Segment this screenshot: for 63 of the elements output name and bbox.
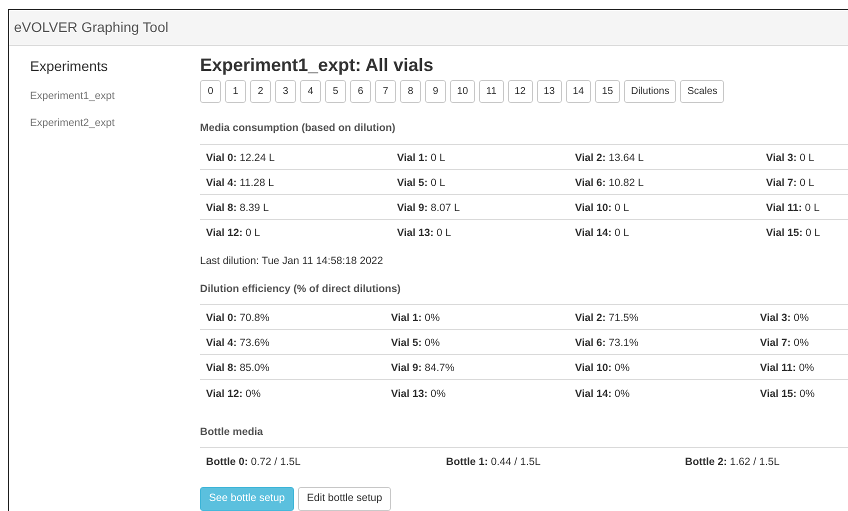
vial-button[interactable]: 14 xyxy=(566,80,591,103)
table-cell: Vial 13: 0% xyxy=(391,388,446,400)
table-cell: Vial 1: 0% xyxy=(391,312,440,324)
sidebar-title: Experiments xyxy=(30,57,109,76)
table-cell: Vial 13: 0 L xyxy=(397,227,452,240)
table-cell: Vial 5: 0 L xyxy=(397,176,446,189)
vial-button[interactable]: 15 xyxy=(594,80,620,103)
table-cell: Vial 10: 0 L xyxy=(575,202,630,214)
table-cell: Vial 15: 0% xyxy=(760,388,815,400)
table-cell: Vial 11: 0% xyxy=(760,362,814,374)
table-cell: Bottle 1: 0.44 / 1.5L xyxy=(446,456,541,468)
table-cell: Vial 14: 0% xyxy=(575,388,630,400)
table-cell: Vial 2: 13.64 L xyxy=(575,152,644,164)
bottle-setup-button[interactable]: Edit bottle setup xyxy=(298,487,392,511)
table-cell: Bottle 2: 1.62 / 1.5L xyxy=(685,456,780,468)
table-cell: Vial 12: 0% xyxy=(206,388,261,400)
table-cell: Vial 6: 73.1% xyxy=(575,337,638,350)
vial-button[interactable]: Scales xyxy=(680,80,724,103)
sidebar-link[interactable]: Experiment2_expt xyxy=(30,116,115,132)
vial-button[interactable]: 1 xyxy=(225,80,246,103)
table-cell: Vial 10: 0% xyxy=(575,362,630,374)
table-cell: Vial 3: 0% xyxy=(760,312,809,324)
table-cell: Vial 3: 0 L xyxy=(766,152,814,164)
table-cell: Vial 7: 0 L xyxy=(766,176,814,189)
table-cell: Vial 0: 70.8% xyxy=(206,312,270,324)
vial-button[interactable]: 7 xyxy=(375,80,396,103)
table-cell: Vial 2: 71.5% xyxy=(575,312,638,324)
table-cell: Vial 5: 0% xyxy=(391,337,440,350)
vial-button[interactable]: 5 xyxy=(325,80,346,103)
vial-button[interactable]: 12 xyxy=(508,80,533,103)
table-cell: Vial 4: 11.28 L xyxy=(206,176,274,189)
section-heading: Media consumption (based on dilution) xyxy=(200,121,396,136)
table-cell: Vial 12: 0 L xyxy=(206,227,260,240)
table-cell: Vial 15: 0 L xyxy=(766,227,820,240)
vial-button[interactable]: 9 xyxy=(425,80,446,103)
table-cell: Vial 0: 12.24 L xyxy=(206,152,275,164)
section-heading: Dilution efficiency (% of direct dilutions) xyxy=(200,282,402,296)
vial-button[interactable]: 6 xyxy=(350,80,371,103)
vial-button[interactable]: 8 xyxy=(400,80,421,103)
vial-button[interactable]: 11 xyxy=(479,80,504,103)
table-cell: Vial 8: 8.39 L xyxy=(206,202,269,214)
vial-button[interactable]: 0 xyxy=(200,80,221,103)
section-heading: Bottle media xyxy=(200,425,264,440)
last-dilution-text: Last dilution: Tue Jan 11 14:58:18 2022 xyxy=(200,254,384,269)
table-cell: Vial 11: 0 L xyxy=(766,202,820,214)
vial-button[interactable]: 10 xyxy=(450,80,476,103)
page-title: Experiment1_expt: All vials xyxy=(200,54,434,76)
vial-button[interactable]: 13 xyxy=(536,80,562,103)
vial-button[interactable]: 4 xyxy=(300,80,321,103)
window-title: eVOLVER Graphing Tool xyxy=(14,18,168,37)
vial-button[interactable]: Dilutions xyxy=(624,80,676,103)
vial-button[interactable]: 3 xyxy=(275,80,296,103)
table-cell: Vial 7: 0% xyxy=(760,337,809,350)
table-cell: Vial 9: 8.07 L xyxy=(397,202,460,214)
table-cell: Vial 8: 85.0% xyxy=(206,362,270,374)
table-cell: Vial 14: 0 L xyxy=(575,227,630,240)
table-cell: Vial 4: 73.6% xyxy=(206,337,270,350)
table-cell: Vial 1: 0 L xyxy=(397,152,446,164)
table-cell: Vial 6: 10.82 L xyxy=(575,176,644,189)
table-cell: Bottle 0: 0.72 / 1.5L xyxy=(206,456,301,468)
vial-button[interactable]: 2 xyxy=(250,80,271,103)
table-cell: Vial 9: 84.7% xyxy=(391,362,454,374)
sidebar-link[interactable]: Experiment1_expt xyxy=(30,88,115,104)
